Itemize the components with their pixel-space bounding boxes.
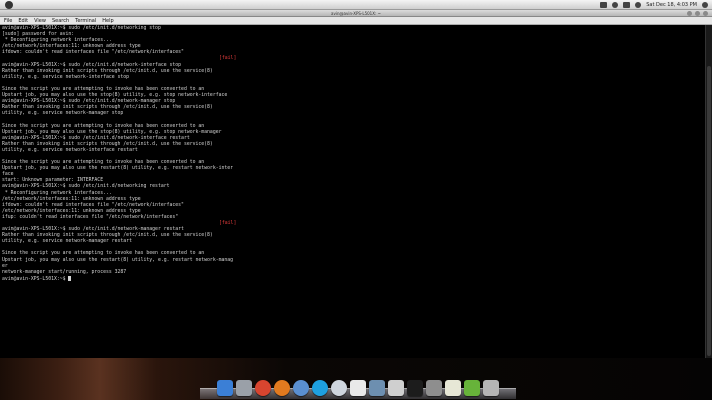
battery-icon[interactable] [623, 2, 631, 8]
terminal-output[interactable]: avin@avin-XPS-L501X:~$ sudo /etc/init.d/… [0, 25, 705, 358]
network-icon[interactable] [293, 380, 309, 396]
minimize-button[interactable] [687, 11, 692, 16]
skype-icon[interactable] [312, 380, 328, 396]
menu-view[interactable]: View [34, 17, 46, 25]
terminal-icon[interactable] [407, 380, 423, 396]
power-icon[interactable] [702, 2, 708, 8]
terminal-menubar: File Edit View Search Terminal Help [0, 17, 712, 25]
menu-edit[interactable]: Edit [18, 17, 28, 25]
finder-icon[interactable] [217, 380, 233, 396]
terminal-scrollbar[interactable] [705, 25, 712, 358]
mail-icon[interactable] [635, 2, 642, 8]
preview-icon[interactable] [388, 380, 404, 396]
terminal-window: avin@avin-XPS-L501X: ~ File Edit View Se… [0, 10, 712, 358]
calendar-icon[interactable] [350, 380, 366, 396]
system-menu-bar: Sat Dec 18, 4:03 PM [0, 0, 712, 10]
menu-help[interactable]: Help [102, 17, 113, 25]
menu-terminal[interactable]: Terminal [75, 17, 96, 25]
dock [206, 375, 510, 396]
volume-icon[interactable] [612, 2, 619, 8]
window-titlebar[interactable]: avin@avin-XPS-L501X: ~ [0, 10, 712, 17]
firefox-icon[interactable] [274, 380, 290, 396]
safari-icon[interactable] [331, 380, 347, 396]
chrome-icon[interactable] [255, 380, 271, 396]
apple-menu-icon[interactable] [5, 1, 13, 9]
maximize-button[interactable] [695, 11, 700, 16]
scrollbar-thumb[interactable] [707, 66, 711, 356]
trash-icon[interactable] [483, 380, 499, 396]
network-status-icon[interactable] [600, 2, 608, 8]
settings-icon[interactable] [426, 380, 442, 396]
photo-icon[interactable] [369, 380, 385, 396]
close-button[interactable] [703, 11, 708, 16]
terminal-line: avin@avin-XPS-L501X:~$ [2, 275, 703, 282]
system-icon[interactable] [236, 380, 252, 396]
menu-file[interactable]: File [4, 17, 12, 25]
window-title: avin@avin-XPS-L501X: ~ [331, 11, 381, 16]
text-cursor [68, 275, 72, 281]
menu-search[interactable]: Search [52, 17, 69, 25]
download-icon[interactable] [464, 380, 480, 396]
status-tray: Sat Dec 18, 4:03 PM [600, 0, 708, 10]
clock[interactable]: Sat Dec 18, 4:03 PM [646, 0, 697, 10]
editor-icon[interactable] [445, 380, 461, 396]
